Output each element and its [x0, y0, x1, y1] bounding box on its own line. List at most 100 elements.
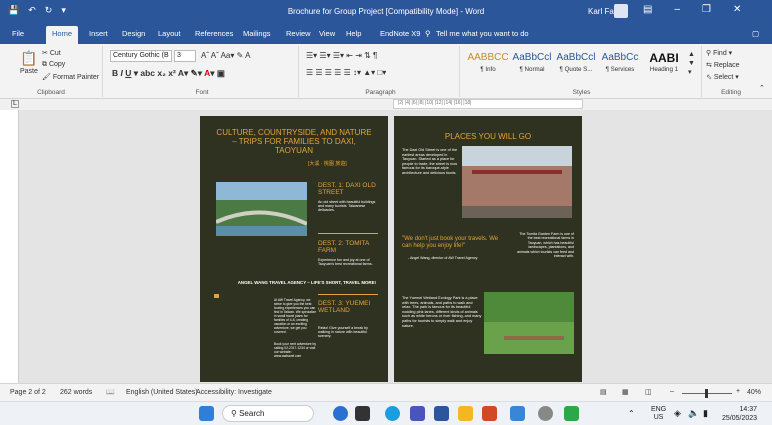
list-buttons[interactable]: ☰▾ ☰▾ ☰▾ ⇤ ⇥ ⇅ ¶ — [306, 51, 377, 60]
tab-mailings[interactable]: Mailings — [243, 29, 271, 38]
style-quote[interactable]: AaBbCcl ¶ Quote S... — [554, 50, 598, 80]
tab-endnote[interactable]: EndNote X9 — [380, 29, 420, 38]
quote-text: "We don't just book your travels. We can… — [402, 236, 499, 249]
paste-button[interactable]: Paste — [20, 68, 38, 75]
taskbar-search[interactable]: ⚲ Search — [222, 405, 314, 422]
minimize-icon[interactable]: – — [674, 4, 680, 15]
styles-label: Styles — [572, 89, 591, 96]
scissors-icon: ✂ — [42, 50, 48, 57]
align-buttons[interactable]: ☰ ☰ ☰ ☰ ☰ ↕▾ ▲▾ □▾ — [306, 68, 386, 77]
tab-layout[interactable]: Layout — [158, 29, 181, 38]
ribbon-display-icon[interactable]: ▤ — [643, 4, 652, 15]
maximize-icon[interactable]: ❒ — [702, 4, 711, 15]
clock[interactable]: 14:37 25/05/2023 — [722, 405, 757, 423]
language[interactable]: English (United States) — [126, 389, 198, 396]
read-mode-icon[interactable]: ▤ — [600, 388, 607, 396]
font-label: Font — [195, 89, 209, 96]
paste-icon[interactable]: 📋 — [20, 50, 37, 67]
battery-icon[interactable]: ▮ — [703, 408, 708, 419]
paragraph-label: Paragraph — [365, 89, 396, 96]
zoom-in-icon[interactable]: + — [736, 388, 740, 395]
cursor-icon: ⬁ — [706, 74, 712, 81]
lake-photo — [216, 182, 307, 236]
chinese-subtitle: [大溪 · 桃園 旅遊] — [308, 161, 347, 167]
cut-button[interactable]: ✂ Cut — [42, 49, 61, 57]
dest1-title: DEST. 1: DAXI OLD STREET — [318, 182, 376, 196]
volume-icon[interactable]: 🔈 — [688, 408, 699, 419]
divider-1 — [318, 233, 378, 234]
edge-icon[interactable] — [385, 406, 400, 421]
font-group: Century Gothic (B 3 Aˆ Aˇ Aa▾ ✎ A B I U … — [106, 46, 299, 97]
style-info[interactable]: AABBCC ¶ Info — [466, 50, 510, 80]
ribbon: 📋 Paste ✂ Cut ⧉ Copy 🖌 Format Painter Cl… — [0, 44, 772, 99]
zoom-thumb[interactable] — [705, 389, 708, 398]
title-bar: 💾 ↶ ↻ ▾ Brochure for Group Project [Comp… — [0, 0, 772, 24]
photos-icon[interactable] — [510, 406, 525, 421]
page-count[interactable]: Page 2 of 2 — [10, 389, 46, 396]
tab-home[interactable]: Home — [46, 26, 79, 44]
accessibility-status[interactable]: Accessibility: Investigate — [196, 389, 272, 396]
web-layout-icon[interactable]: ◫ — [645, 388, 652, 396]
windows-start-icon[interactable] — [199, 406, 214, 421]
ruler-bar: L |2| |4| |6| |8| |10| |12| |14| |16| |1… — [0, 99, 772, 110]
select-button[interactable]: ⬁ Select ▾ — [706, 73, 739, 81]
page-2[interactable]: PLACES YOU WILL GO The Daxi Old Street i… — [394, 116, 582, 382]
font-format-row[interactable]: B I U ▾ abc x₂ x² A▾ ✎▾ A▾ ▣ — [112, 68, 225, 79]
tab-insert[interactable]: Insert — [89, 29, 108, 38]
input-language[interactable]: ENG US — [651, 406, 666, 422]
tab-references[interactable]: References — [195, 29, 233, 38]
font-size-box[interactable]: 3 — [174, 50, 196, 62]
print-layout-icon[interactable]: ▦ — [622, 388, 629, 396]
zoom-out-icon[interactable]: – — [670, 388, 674, 395]
tab-view[interactable]: View — [319, 29, 335, 38]
style-normal[interactable]: AaBbCcl ¶ Normal — [510, 50, 554, 80]
wifi-icon[interactable]: ◈ — [674, 408, 681, 419]
styles-scroll-icon[interactable]: ▲ ▼ ▾ — [688, 50, 695, 77]
tab-selector[interactable]: L — [11, 100, 19, 108]
clipboard-label: Clipboard — [37, 89, 65, 96]
ribbon-tabs: File Home Insert Design Layout Reference… — [0, 24, 772, 44]
copy-button[interactable]: ⧉ Copy — [42, 61, 65, 69]
line-icon[interactable] — [564, 406, 579, 421]
comments-icon[interactable]: ▢ — [752, 29, 759, 38]
style-heading1[interactable]: AABI Heading 1 — [642, 50, 686, 80]
avatar[interactable] — [614, 4, 628, 18]
brush-icon: 🖌 — [42, 74, 51, 81]
daxi-street-photo — [462, 146, 572, 218]
tab-help[interactable]: Help — [346, 29, 361, 38]
search-icon: ⚲ — [706, 50, 712, 57]
style-services[interactable]: AaBbCc ¶ Services — [598, 50, 642, 80]
word-count[interactable]: 262 words — [60, 389, 92, 396]
font-tools-row1[interactable]: Aˆ Aˇ Aa▾ ✎ A — [201, 51, 250, 60]
file-explorer-icon[interactable] — [458, 406, 473, 421]
horizontal-ruler[interactable]: |2| |4| |6| |8| |10| |12| |14| |16| |18| — [393, 99, 583, 109]
page1-title: CULTURE, COUNTRYSIDE, AND NATURE – TRIPS… — [216, 128, 372, 155]
teams-icon[interactable] — [410, 406, 425, 421]
find-button[interactable]: ⚲ Find ▾ — [706, 49, 732, 57]
vertical-ruler[interactable] — [9, 110, 19, 383]
powerpoint-icon[interactable] — [482, 406, 497, 421]
tab-file[interactable]: File — [12, 29, 24, 38]
page-1[interactable]: CULTURE, COUNTRYSIDE, AND NATURE – TRIPS… — [200, 116, 388, 382]
replace-button[interactable]: ⇆ Replace — [706, 61, 740, 69]
zoom-level[interactable]: 40% — [747, 389, 761, 396]
tab-design[interactable]: Design — [122, 29, 145, 38]
collapse-ribbon-icon[interactable]: ⌃ — [759, 84, 765, 92]
tab-review[interactable]: Review — [286, 29, 311, 38]
task-view-icon[interactable] — [355, 406, 370, 421]
bing-icon[interactable] — [333, 406, 348, 421]
replace-icon: ⇆ — [706, 62, 712, 69]
word-icon[interactable] — [434, 406, 449, 421]
chevron-up-icon[interactable]: ⌃ — [628, 409, 635, 418]
format-painter-button[interactable]: 🖌 Format Painter — [42, 73, 99, 81]
close-icon[interactable]: ✕ — [733, 4, 741, 15]
settings-icon[interactable] — [538, 406, 553, 421]
agency-contact: Book your next adventure by calling 02-2… — [274, 342, 316, 358]
proofing-icon[interactable]: 📖 — [106, 388, 115, 396]
page2-title: PLACES YOU WILL GO — [444, 132, 532, 141]
tell-me-search[interactable]: Tell me what you want to do — [436, 29, 529, 38]
font-name-box[interactable]: Century Gothic (B — [110, 50, 172, 62]
dest2-title: DEST. 2: TOMITA FARM — [318, 240, 369, 254]
styles-group: AABBCC ¶ Info AaBbCcl ¶ Normal AaBbCcl ¶ Qu… — [462, 46, 702, 97]
editing-label: Editing — [721, 89, 741, 96]
